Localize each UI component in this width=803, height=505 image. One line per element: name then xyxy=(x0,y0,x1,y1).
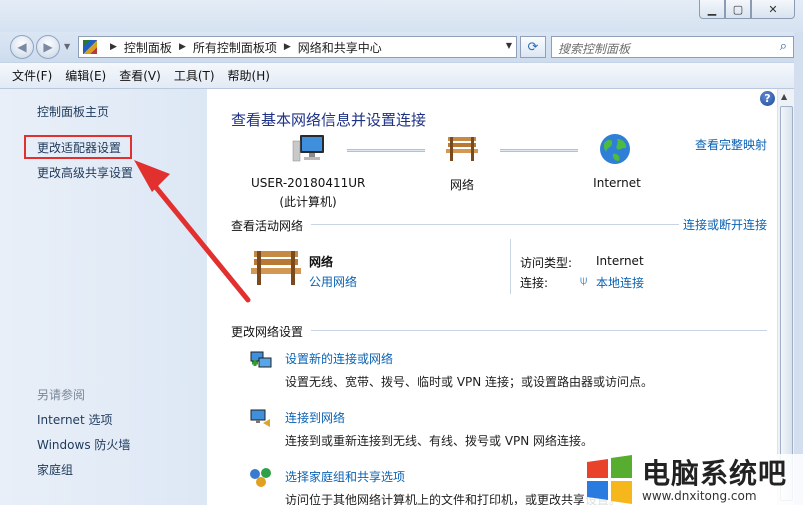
connection-line xyxy=(500,149,578,152)
connect-disconnect-link[interactable]: 连接或断开连接 xyxy=(683,216,767,233)
access-type-value: Internet xyxy=(596,254,644,268)
new-connection-icon xyxy=(250,351,272,368)
maximize-button[interactable]: ▢ xyxy=(725,0,751,19)
menu-bar: 文件(F) 编辑(E) 查看(V) 工具(T) 帮助(H) xyxy=(0,62,803,89)
network-bench-icon xyxy=(251,251,301,285)
computer-name: USER-20180411UR xyxy=(251,176,366,190)
connection-line xyxy=(347,149,425,152)
internet-node-label: Internet xyxy=(593,176,641,190)
menu-file[interactable]: 文件(F) xyxy=(12,67,52,84)
forward-arrow-icon: ▶ xyxy=(43,40,53,54)
sidebar-link-control-panel-home[interactable]: 控制面板主页 xyxy=(37,103,109,120)
search-input[interactable]: 搜索控制面板 ⌕ xyxy=(551,36,794,58)
connect-network-icon xyxy=(250,409,270,427)
back-button[interactable]: ◀ xyxy=(10,35,34,59)
computer-icon[interactable] xyxy=(292,133,326,165)
close-icon: ✕ xyxy=(768,2,778,16)
maximize-icon: ▢ xyxy=(732,2,744,16)
recent-pages-dropdown-icon[interactable]: ▼ xyxy=(64,42,70,51)
search-placeholder: 搜索控制面板 xyxy=(558,42,631,56)
active-network-name: 网络 xyxy=(309,255,334,269)
vertical-scrollbar[interactable]: ▲ xyxy=(777,89,794,505)
access-type-label: 访问类型: xyxy=(520,256,573,270)
connection-label: 连接: xyxy=(520,276,549,290)
window-frame-right xyxy=(794,32,803,505)
minimize-button[interactable]: ▁ xyxy=(699,0,725,19)
network-type-link[interactable]: 公用网络 xyxy=(309,273,357,290)
search-icon[interactable]: ⌕ xyxy=(780,39,787,54)
section-divider xyxy=(311,224,679,225)
scrollbar-thumb[interactable] xyxy=(780,106,793,501)
breadcrumb-all-items[interactable]: 所有控制面板项 xyxy=(193,39,277,56)
network-node-label: 网络 xyxy=(449,178,474,192)
local-connection-icon: ⍦ xyxy=(580,273,588,287)
computer-sub-label: (此计算机) xyxy=(279,195,337,209)
connect-to-network-desc: 连接到或重新连接到无线、有线、拨号或 VPN 网络连接。 xyxy=(285,434,594,448)
refresh-icon: ⟳ xyxy=(527,39,539,55)
menu-edit[interactable]: 编辑(E) xyxy=(65,67,106,84)
vertical-divider xyxy=(510,239,511,294)
refresh-button[interactable]: ⟳ xyxy=(520,36,546,58)
close-button[interactable]: ✕ xyxy=(751,0,795,19)
setup-connection-link[interactable]: 设置新的连接或网络 xyxy=(285,350,393,367)
address-bar[interactable]: ▶ 控制面板 ▶ 所有控制面板项 ▶ 网络和共享中心 ▼ xyxy=(78,36,517,58)
change-settings-header: 更改网络设置 xyxy=(231,325,304,339)
breadcrumb-control-panel[interactable]: 控制面板 xyxy=(124,39,172,56)
breadcrumb-separator-icon[interactable]: ▶ xyxy=(110,42,117,52)
active-networks-header: 查看活动网络 xyxy=(231,219,304,233)
windows-logo-icon xyxy=(587,455,632,504)
menu-tools[interactable]: 工具(T) xyxy=(174,67,215,84)
menu-help[interactable]: 帮助(H) xyxy=(228,67,270,84)
minimize-icon: ▁ xyxy=(707,2,717,16)
sidebar: 控制面板主页 更改适配器设置 更改高级共享设置 另请参阅 Internet 选项… xyxy=(0,89,207,505)
watermark: 电脑系统吧 www.dnxitong.com xyxy=(584,454,803,505)
homegroup-icon xyxy=(250,468,271,487)
connect-to-network-link[interactable]: 连接到网络 xyxy=(285,409,345,426)
sidebar-link-windows-firewall[interactable]: Windows 防火墙 xyxy=(37,436,130,453)
see-also-header: 另请参阅 xyxy=(37,388,86,402)
back-arrow-icon: ◀ xyxy=(17,40,27,54)
sidebar-link-homegroup[interactable]: 家庭组 xyxy=(37,461,73,478)
sidebar-link-internet-options[interactable]: Internet 选项 xyxy=(37,411,112,428)
section-divider xyxy=(311,330,767,331)
scroll-up-icon[interactable]: ▲ xyxy=(781,92,787,101)
watermark-title: 电脑系统吧 xyxy=(642,457,788,490)
see-full-map-link[interactable]: 查看完整映射 xyxy=(695,136,767,153)
control-panel-icon xyxy=(83,40,97,54)
homegroup-sharing-desc: 访问位于其他网络计算机上的文件和打印机，或更改共享设置。 xyxy=(285,493,622,505)
sidebar-link-advanced-sharing[interactable]: 更改高级共享设置 xyxy=(37,164,133,181)
sidebar-link-change-adapter-settings[interactable]: 更改适配器设置 xyxy=(37,139,121,156)
breadcrumb-network-center[interactable]: 网络和共享中心 xyxy=(298,39,382,56)
internet-globe-icon[interactable] xyxy=(599,133,631,165)
title-bar: ▁ ▢ ✕ xyxy=(0,0,803,32)
watermark-url: www.dnxitong.com xyxy=(642,489,757,503)
homegroup-sharing-link[interactable]: 选择家庭组和共享选项 xyxy=(285,468,405,485)
forward-button[interactable]: ▶ xyxy=(36,35,60,59)
breadcrumb-separator-icon[interactable]: ▶ xyxy=(179,42,186,52)
address-dropdown-icon[interactable]: ▼ xyxy=(506,41,512,50)
navigation-bar: ◀ ▶ ▼ ▶ 控制面板 ▶ 所有控制面板项 ▶ 网络和共享中心 ▼ ⟳ 搜索控… xyxy=(0,32,803,62)
setup-connection-desc: 设置无线、宽带、拨号、临时或 VPN 连接；或设置路由器或访问点。 xyxy=(285,375,654,389)
local-connection-link[interactable]: 本地连接 xyxy=(596,274,644,291)
main-panel: ? 查看基本网络信息并设置连接 查看完整映射 USER-20180411UR (… xyxy=(207,89,777,505)
page-title: 查看基本网络信息并设置连接 xyxy=(231,111,427,129)
window-controls: ▁ ▢ ✕ xyxy=(699,0,795,19)
network-bench-icon[interactable] xyxy=(445,133,479,163)
menu-view[interactable]: 查看(V) xyxy=(119,67,161,84)
help-icon[interactable]: ? xyxy=(760,91,775,106)
breadcrumb-separator-icon[interactable]: ▶ xyxy=(284,42,291,52)
